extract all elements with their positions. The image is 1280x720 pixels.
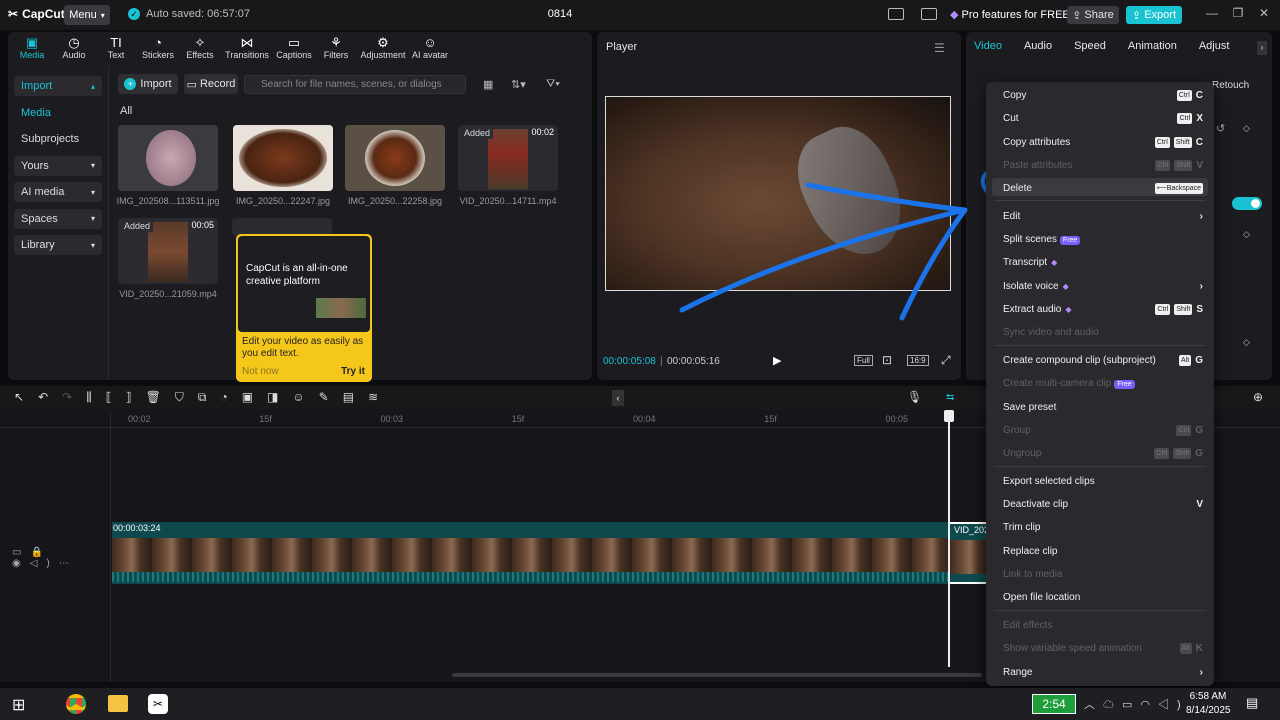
notifications-icon[interactable]: ▤ (1246, 695, 1258, 711)
menu-item-paste-attributes: Paste attributes Ctrl Shift V (1003, 159, 1203, 171)
menu-item-isolate-voice[interactable]: Isolate voice ◆ › (1003, 278, 1203, 294)
free-badge: Free (1114, 379, 1135, 389)
chevron-right-icon: › (1199, 666, 1203, 678)
menu-item-group: Group Ctrl G (1003, 424, 1203, 436)
menu-item-create-multicamera-clip: Create multi-camera clip Free (1003, 375, 1203, 391)
volume-icon[interactable]: ◁) (1158, 699, 1189, 711)
menu-item-split-scenes[interactable]: Split scenes Free (1003, 231, 1203, 247)
wifi-icon[interactable]: ◠ (1140, 699, 1158, 711)
pro-diamond-icon: ◆ (1051, 257, 1058, 267)
menu-item-extract-audio[interactable]: Extract audio ◆ Ctrl Shift S (1003, 301, 1203, 317)
menu-item-ungroup: Ungroup Ctrl Shift G (1003, 447, 1203, 459)
menu-separator (994, 610, 1206, 611)
capcut-taskbar-icon[interactable]: ✂ (148, 694, 168, 714)
menu-item-delete[interactable]: Delete ⟵Backspace (1003, 180, 1203, 196)
clock[interactable]: 6:58 AM 8/14/2025 (1186, 690, 1231, 718)
menu-item-show-variable-speed-animation: Show variable speed animation Alt K (1003, 642, 1203, 654)
pro-diamond-icon: ◆ (1062, 281, 1069, 291)
context-menu: Copy Ctrl C Cut Ctrl X Copy attributes Ctrl Sh… (986, 82, 1214, 686)
menu-item-range[interactable]: Range › (1003, 664, 1203, 680)
menu-item-replace-clip[interactable]: Replace clip (1003, 543, 1203, 559)
menu-item-export-selected-clips[interactable]: Export selected clips (1003, 473, 1203, 489)
free-badge: Free (1059, 235, 1081, 245)
windows-start-icon[interactable]: ⊞ (12, 695, 25, 715)
annotation-arrow (679, 182, 968, 321)
chevron-up-icon[interactable]: ︿ (1084, 699, 1103, 711)
battery-icon[interactable]: ▭ (1122, 699, 1140, 711)
menu-item-deactivate-clip[interactable]: Deactivate clip V (1003, 496, 1203, 512)
menu-item-link-to-media: Link to media (1003, 568, 1063, 580)
file-explorer-icon[interactable] (108, 695, 128, 712)
chrome-icon[interactable] (66, 694, 86, 714)
menu-item-copy-attributes[interactable]: Copy attributes Ctrl Shift C (1003, 134, 1203, 150)
onedrive-icon[interactable]: ☁ (1103, 699, 1122, 711)
timer-widget[interactable]: 2:54 (1032, 694, 1076, 714)
menu-item-sync-video-audio: Sync video and audio (1003, 326, 1099, 338)
menu-separator (994, 345, 1206, 346)
chevron-right-icon: › (1199, 280, 1203, 292)
chevron-right-icon: › (1199, 210, 1203, 222)
menu-item-cut[interactable]: Cut Ctrl X (1003, 110, 1203, 126)
menu-item-save-preset[interactable]: Save preset (1003, 399, 1203, 415)
system-tray: ︿☁▭◠◁) (1084, 696, 1189, 712)
menu-separator (994, 200, 1206, 201)
menu-item-trim-clip[interactable]: Trim clip (1003, 519, 1203, 535)
menu-item-transcript[interactable]: Transcript ◆ (1003, 254, 1203, 270)
menu-separator (994, 466, 1206, 467)
menu-item-edit-effects: Edit effects (1003, 619, 1053, 631)
pro-diamond-icon: ◆ (1065, 304, 1072, 314)
menu-item-edit[interactable]: Edit › (1003, 208, 1203, 224)
menu-item-open-file-location[interactable]: Open file location (1003, 589, 1203, 605)
menu-item-create-compound-clip[interactable]: Create compound clip (subproject) Alt G (1003, 352, 1203, 368)
menu-item-copy[interactable]: Copy Ctrl C (1003, 87, 1203, 103)
